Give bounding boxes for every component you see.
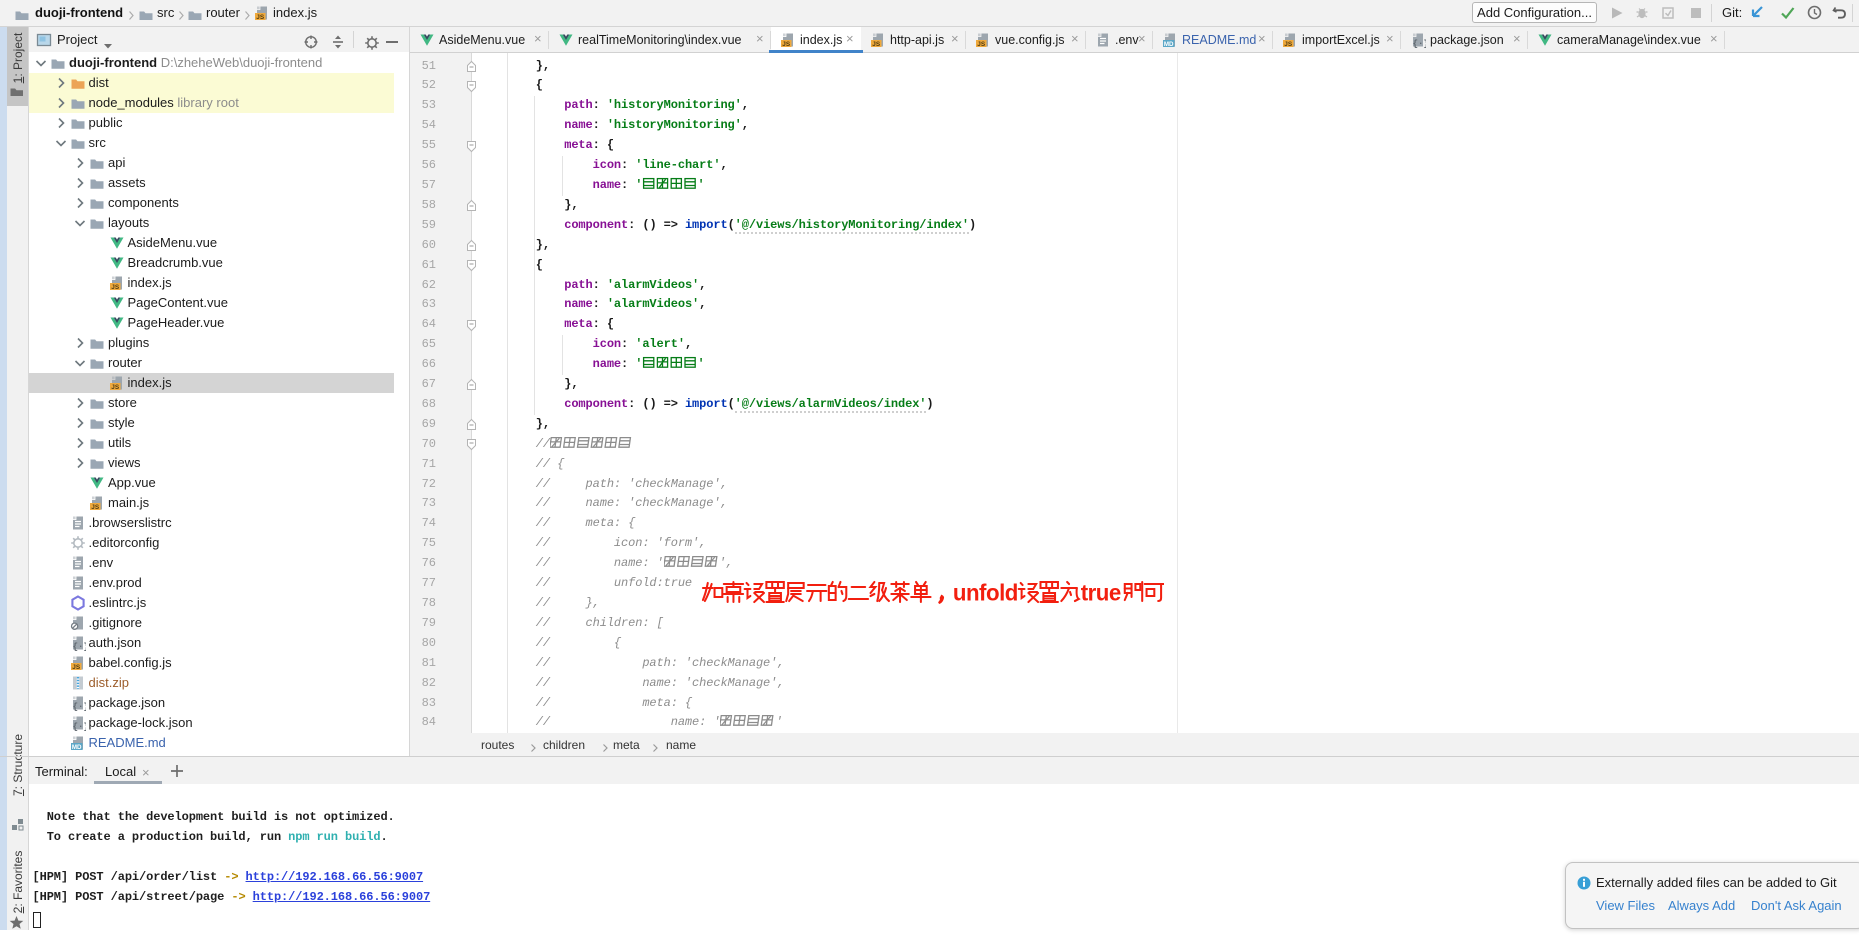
- svg-text:{·}: {·}: [72, 702, 85, 711]
- svg-text:true: true: [1081, 580, 1121, 605]
- svg-text:JS: JS: [977, 40, 986, 47]
- svg-text:{·}: {·}: [72, 642, 85, 651]
- svg-text:JS: JS: [782, 40, 791, 47]
- svg-text:{·}: {·}: [72, 722, 85, 731]
- svg-text:unfold: unfold: [953, 580, 1018, 605]
- svg-text:{·}: {·}: [1413, 39, 1426, 48]
- svg-text:MD: MD: [71, 744, 81, 751]
- svg-text:JS: JS: [872, 40, 881, 47]
- svg-text:JS: JS: [1284, 40, 1293, 47]
- svg-text:JS: JS: [91, 504, 100, 511]
- svg-text:MD: MD: [1164, 40, 1174, 47]
- svg-text:JS: JS: [111, 384, 120, 391]
- svg-text:JS: JS: [111, 284, 120, 291]
- svg-text:JS: JS: [256, 14, 265, 21]
- svg-text:JS: JS: [72, 664, 81, 671]
